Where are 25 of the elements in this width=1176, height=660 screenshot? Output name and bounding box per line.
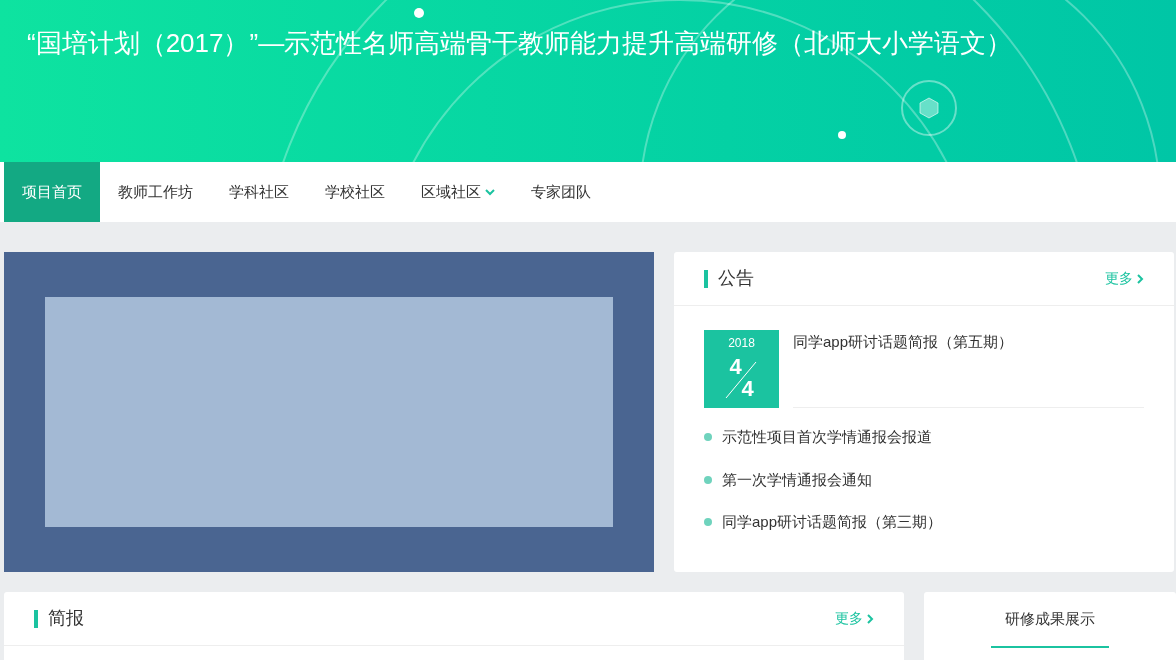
bullet-icon: [704, 518, 712, 527]
bullet-icon: [704, 475, 712, 484]
diagonal-line: [725, 361, 756, 399]
chevron-right-icon: [1137, 273, 1144, 284]
section-title: 简报: [48, 607, 84, 630]
nav-tab[interactable]: 教师工作坊: [100, 162, 211, 222]
title-accent-bar: [704, 269, 708, 288]
notice-link[interactable]: 同学app研讨话题简报（第三期）: [722, 511, 943, 534]
section-title: 公告: [718, 267, 754, 290]
nav-tab[interactable]: 区域社区: [403, 162, 513, 222]
notice-link[interactable]: 示范性项目首次学情通报会报道: [722, 426, 932, 449]
cube-icon: [901, 80, 957, 136]
results-tab[interactable]: 研修成果展示: [991, 592, 1109, 648]
date-year: 2018: [728, 335, 755, 352]
notice-link[interactable]: 同学app研讨话题简报（第五期）: [793, 333, 1014, 350]
chevron-right-icon: [867, 613, 874, 624]
title-accent-bar: [34, 609, 38, 628]
nav-tab[interactable]: 专家团队: [513, 162, 609, 222]
date-day: 4: [741, 378, 754, 400]
bullet-icon: [704, 433, 712, 442]
nav-tab[interactable]: 学科社区: [211, 162, 307, 222]
date-month: 4: [729, 356, 742, 378]
notice-link[interactable]: 第一次学情通报会通知: [722, 468, 872, 491]
nav-tab[interactable]: 学校社区: [307, 162, 403, 222]
page-title: “国培计划（2017）”—示范性名师高端骨干教师能力提升高端研修（北师大小学语文）: [27, 27, 1013, 60]
